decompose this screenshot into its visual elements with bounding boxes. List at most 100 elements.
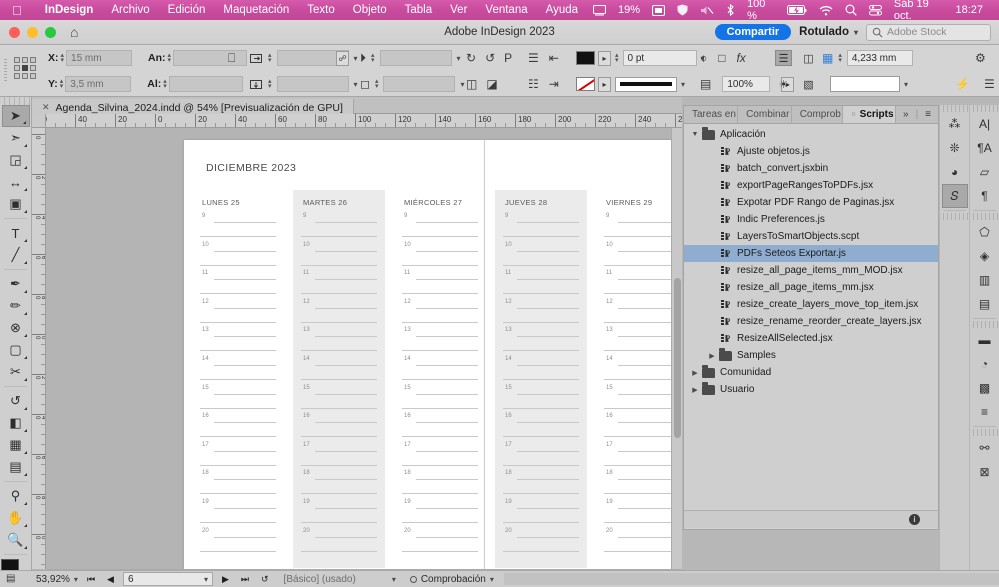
links-icon[interactable]: ⚯ — [972, 436, 998, 460]
calendar-hour-slot[interactable]: 12 — [596, 299, 682, 328]
stroke-style-dropdown-icon[interactable]: ▾ — [681, 80, 685, 89]
scripts-tree[interactable]: ▼ Aplicación Ajuste objetos.js batch_conver… — [684, 124, 938, 510]
select-content-icon[interactable]: ▦ — [822, 51, 833, 65]
rail-grip[interactable] — [970, 105, 999, 112]
calendar-hour-slot[interactable]: 13 — [293, 327, 385, 356]
tab-combinar[interactable]: Combinar — [738, 106, 792, 123]
text-wrap-next-icon[interactable]: ▧ — [800, 76, 817, 92]
hand-tool[interactable]: ✋ — [2, 507, 30, 529]
adobe-stock-search[interactable]: Adobe Stock — [866, 23, 991, 41]
calendar-hour-slot[interactable]: 12 — [394, 299, 486, 328]
stroke-panel-icon[interactable]: ▬ — [972, 328, 998, 352]
align-icon[interactable]: ▤ — [972, 292, 998, 316]
text-wrap-icon[interactable]: ☰ — [775, 50, 792, 66]
pages-icon[interactable]: ▥ — [972, 268, 998, 292]
content-collector-tool[interactable]: ▣ — [2, 193, 30, 215]
scripts-folder-row[interactable]: ▶ Comunidad — [684, 364, 938, 381]
calendar-hour-slot[interactable]: 14 — [293, 356, 385, 385]
calendar-hour-slot[interactable]: 10 — [192, 242, 284, 271]
rotate-input[interactable] — [379, 50, 452, 66]
calendar-hour-slot[interactable]: 18 — [596, 470, 682, 499]
calendar-hour-slot[interactable]: 9 — [495, 213, 587, 242]
tab-comprobacion[interactable]: Comprob — [792, 106, 844, 123]
cc-libraries-icon[interactable]: ⁂ — [942, 112, 968, 136]
chevron-down-icon[interactable]: ▾ — [204, 575, 208, 584]
scale-h-stepper[interactable]: ▴ ▾ — [268, 52, 272, 64]
home-icon[interactable]: ⌂ — [70, 25, 78, 39]
note-tool[interactable]: ▤ — [2, 456, 30, 478]
width-input[interactable] — [173, 50, 248, 66]
tab-scripts[interactable]: ○ Scripts — [843, 106, 896, 123]
frame-fitting-icon[interactable]: □ — [718, 51, 725, 65]
stroke-swatch[interactable] — [576, 77, 595, 91]
chevron-right-icon[interactable]: ▶ — [688, 369, 702, 377]
pen-tool[interactable]: ✒ — [2, 273, 30, 295]
calendar-hour-slot[interactable]: 12 — [495, 299, 587, 328]
calendar-hour-slot[interactable]: 19 — [596, 499, 682, 528]
shear-input[interactable] — [383, 76, 456, 92]
calendar-hour-slot[interactable]: 20 — [596, 528, 682, 557]
rotate-counterclockwise-icon[interactable]: ↺ — [485, 51, 495, 65]
scale-v-dropdown-icon[interactable]: ▾ — [354, 80, 358, 89]
selection-tool[interactable]: ➤ — [1, 105, 30, 127]
line-tool[interactable]: ╱ — [2, 244, 30, 266]
calendar-hour-slot[interactable]: 9 — [596, 213, 682, 242]
menubar-date[interactable]: Sáb 19 oct. — [888, 0, 950, 22]
battery-charging-icon[interactable] — [781, 4, 813, 16]
maximize-window-button[interactable] — [45, 26, 56, 38]
minimize-window-button[interactable] — [27, 26, 38, 38]
distribute-right-icon[interactable]: ⇥ — [549, 77, 559, 91]
rectangle-frame-tool[interactable]: ▢ — [2, 339, 30, 361]
fx-icon[interactable]: fx — [736, 51, 745, 65]
eraser-tool[interactable]: ⊗ — [2, 317, 30, 339]
calendar-hour-slot[interactable]: 12 — [192, 299, 284, 328]
rotate-clockwise-icon[interactable]: ↻ — [466, 51, 476, 65]
page-left[interactable]: DICIEMBRE 2023 LUNES 25 9 10 11 12 13 14 15 16 17… — [184, 140, 484, 569]
calendar-hour-slot[interactable]: 11 — [293, 270, 385, 299]
screen-mode-icon[interactable]: ▤ — [6, 573, 15, 584]
master-dropdown-icon[interactable]: ▾ — [392, 575, 396, 584]
flip-vertical-icon[interactable]: ◪ — [486, 77, 497, 91]
menu-item-objeto[interactable]: Objeto — [344, 4, 396, 16]
toolbox-grip[interactable] — [0, 97, 31, 105]
y-field-group[interactable]: Y: ▴ ▾ 3,5 mm — [48, 76, 132, 92]
panel-menu-icon[interactable]: ☰ — [984, 77, 995, 91]
text-wrap-jump-icon[interactable]: ☀ — [775, 76, 792, 92]
volume-muted-icon[interactable] — [694, 5, 720, 16]
direct-selection-tool[interactable]: ➣ — [2, 127, 30, 149]
menubar-time[interactable]: 18:27 — [949, 4, 989, 16]
spotlight-icon[interactable] — [839, 4, 863, 16]
calendar-hour-slot[interactable]: 14 — [596, 356, 682, 385]
calendar-hour-slot[interactable]: 20 — [495, 528, 587, 557]
type-tool[interactable]: T — [2, 222, 30, 244]
menu-item-indesign[interactable]: InDesign — [36, 4, 103, 16]
x-stepper[interactable]: ▴ ▾ — [61, 52, 65, 64]
calendar-hour-slot[interactable]: 20 — [394, 528, 486, 557]
y-stepper[interactable]: ▴ ▾ — [60, 78, 64, 90]
master-page-icon[interactable]: ↺ — [258, 574, 272, 585]
layers-icon[interactable]: ◈ — [972, 244, 998, 268]
calendar-hour-slot[interactable]: 20 — [293, 528, 385, 557]
next-page-icon[interactable]: ▶ — [219, 574, 232, 585]
calendar-hour-slot[interactable]: 9 — [192, 213, 284, 242]
calendar-hour-slot[interactable]: 19 — [192, 499, 284, 528]
preflight-status[interactable]: Comprobación ▾ — [409, 574, 494, 585]
eyedropper-tool[interactable]: ⚲ — [2, 485, 30, 507]
calendar-hour-slot[interactable]: 15 — [293, 385, 385, 414]
calendar-hour-slot[interactable]: 13 — [394, 327, 486, 356]
calendar-hour-slot[interactable]: 11 — [596, 270, 682, 299]
color-icon[interactable]: ◔ — [972, 352, 998, 376]
calendar-hour-slot[interactable]: 12 — [293, 299, 385, 328]
calendar-day-column[interactable]: MIÉRCOLES 27 9 10 11 12 13 14 15 16 17 18 19 20 — [394, 190, 486, 568]
display-icon[interactable] — [587, 4, 612, 16]
shear-dropdown-icon[interactable]: ▾ — [460, 80, 464, 89]
x-field-group[interactable]: X: ▴ ▾ 15 mm — [48, 50, 133, 66]
calendar-hour-slot[interactable]: 17 — [192, 442, 284, 471]
calendar-hour-slot[interactable]: 9 — [394, 213, 486, 242]
page-tool[interactable]: ◲ — [2, 149, 30, 171]
height-stepper[interactable]: ▴ ▾ — [163, 78, 167, 90]
menu-item-tabla[interactable]: Tabla — [396, 4, 442, 16]
free-transform-tool[interactable]: ↺ — [2, 390, 30, 412]
scripts-file-row[interactable]: PDFs Seteos Exportar.js — [684, 245, 938, 262]
chevron-right-icon[interactable]: ▶ — [688, 386, 702, 394]
